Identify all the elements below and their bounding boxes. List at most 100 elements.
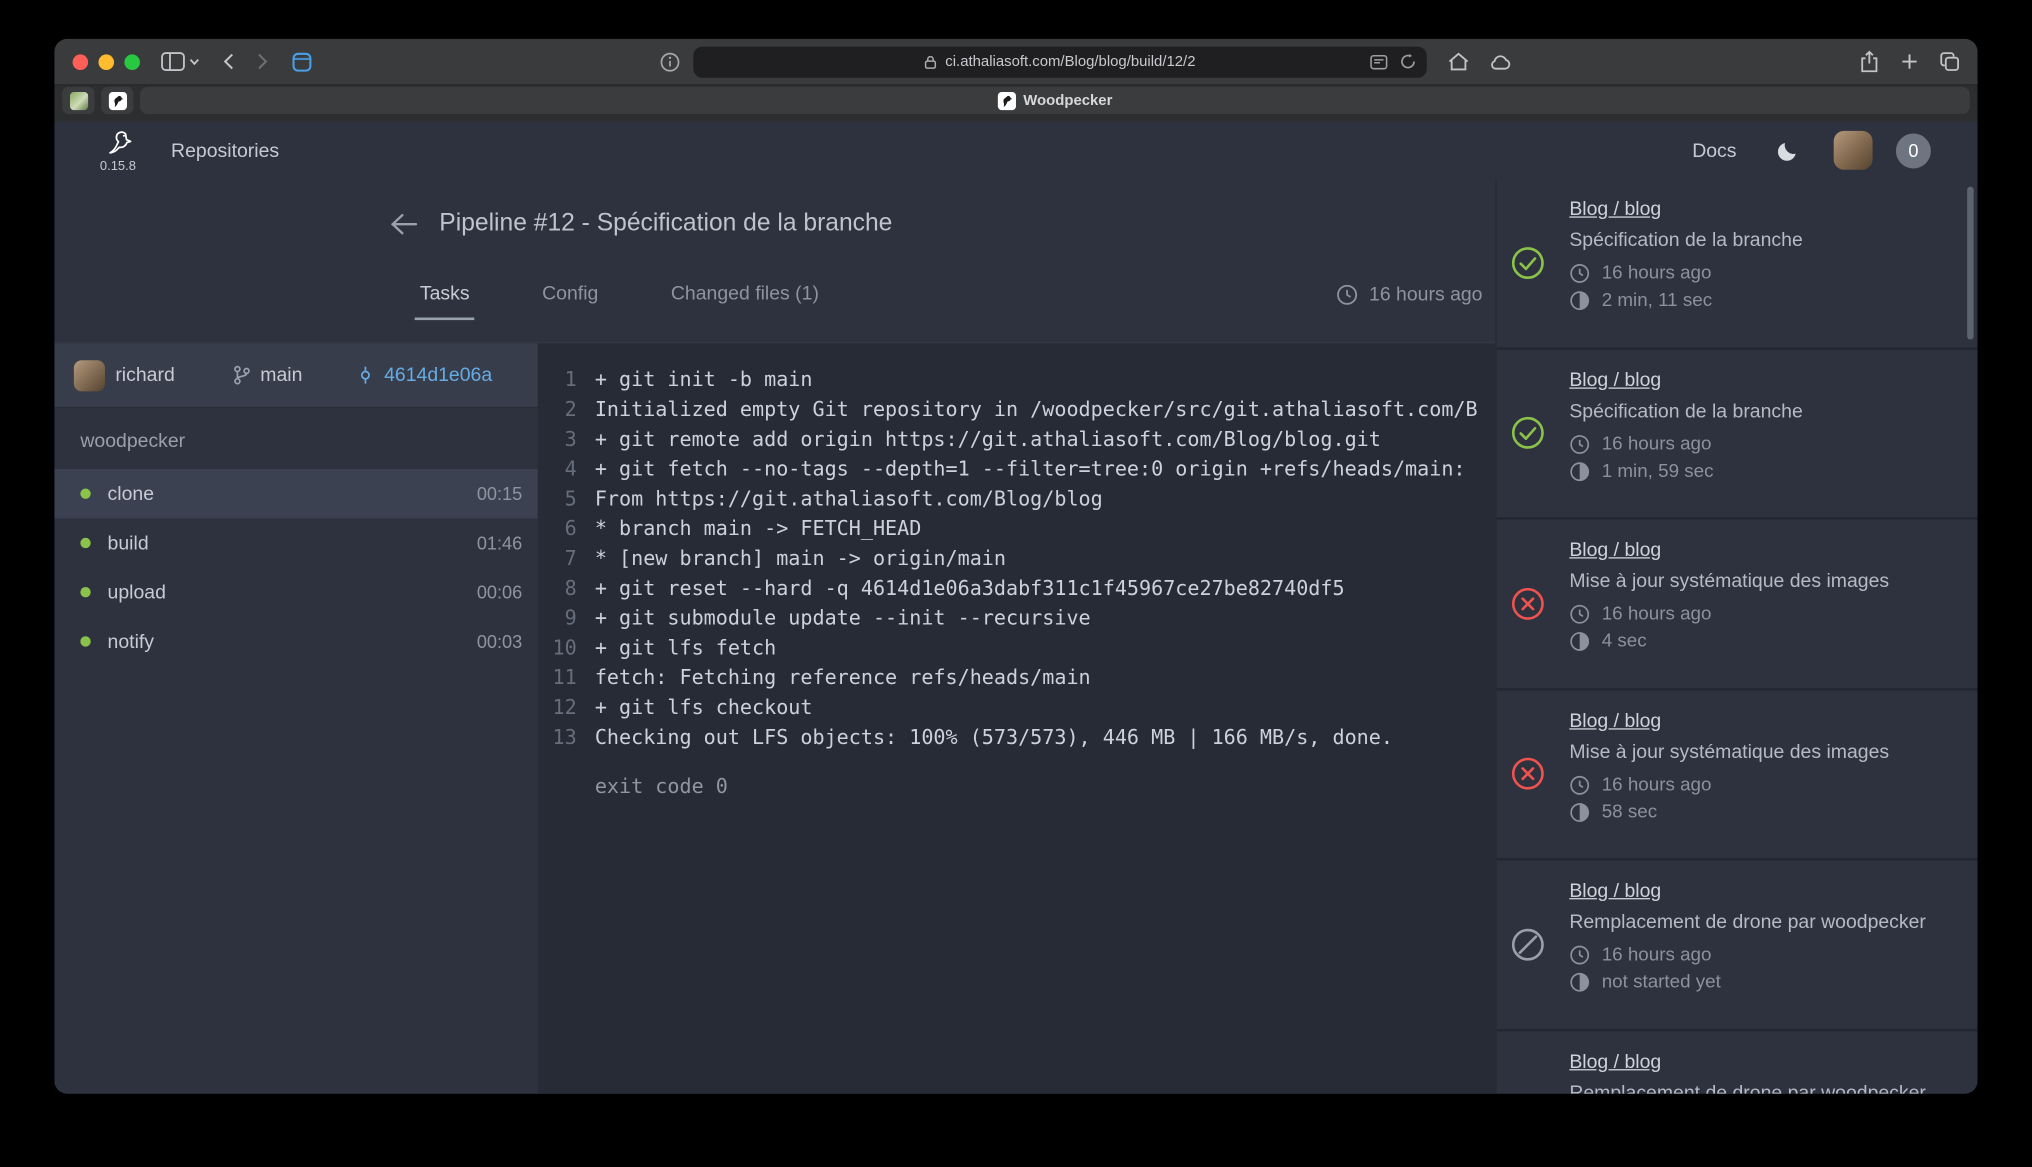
build-repo-link[interactable]: Blog / blog (1569, 198, 1661, 220)
minimize-window-button[interactable] (98, 54, 114, 70)
chevron-down-icon[interactable] (189, 58, 199, 66)
build-message: Remplacement de drone par woodpecker (1569, 1081, 1959, 1093)
line-number: 6 (538, 514, 577, 544)
step-status-dot (80, 538, 90, 548)
line-text: + git submodule update --init --recursiv… (595, 604, 1091, 634)
woodpecker-app: 0.15.8 Repositories Docs 0 (54, 122, 1977, 1094)
back-icon[interactable] (223, 52, 235, 71)
sidebar-icon[interactable] (161, 52, 186, 71)
line-number: 11 (538, 664, 577, 694)
build-duration: 58 sec (1569, 802, 1959, 823)
line-number: 12 (538, 693, 577, 723)
line-number: 3 (538, 425, 577, 455)
line-text: fetch: Fetching reference refs/heads/mai… (595, 664, 1091, 694)
cloud-icon[interactable] (1489, 53, 1512, 70)
build-repo-link[interactable]: Blog / blog (1569, 539, 1661, 561)
clock-icon (1569, 433, 1590, 454)
build-duration-text: 4 sec (1602, 631, 1647, 652)
build-repo-link[interactable]: Blog / blog (1569, 369, 1661, 391)
woodpecker-logo[interactable]: 0.15.8 (83, 128, 153, 173)
pipeline-created: 16 hours ago (1337, 284, 1483, 306)
commit-hash-link[interactable]: 4614d1e06a (384, 364, 492, 386)
build-repo-link[interactable]: Blog / blog (1569, 710, 1661, 732)
tab-overview-icon[interactable] (1940, 52, 1959, 71)
clock-icon (1569, 604, 1590, 625)
pipeline-header: Pipeline #12 - Spécification de la branc… (54, 179, 1495, 344)
duration-icon (1569, 972, 1590, 993)
author-name: richard (115, 364, 174, 386)
build-card[interactable]: Blog / blog Mise à jour systématique des… (1497, 520, 1978, 690)
nav-repositories[interactable]: Repositories (171, 139, 279, 161)
step-notify[interactable]: notify 00:03 (54, 617, 537, 666)
workflow-name: woodpecker (54, 408, 537, 469)
build-card[interactable]: Blog / blog Spécification de la branche … (1497, 179, 1978, 349)
share-icon[interactable] (1860, 51, 1879, 73)
step-build[interactable]: build 01:46 (54, 518, 537, 567)
branch-icon (232, 364, 251, 386)
line-text: Checking out LFS objects: 100% (573/573)… (595, 723, 1393, 753)
step-clone[interactable]: clone 00:15 (54, 469, 537, 518)
header-actions: Docs 0 (1692, 131, 1931, 170)
user-avatar[interactable] (1834, 131, 1873, 170)
woodpecker-logo-icon (100, 128, 135, 162)
build-message: Mise à jour systématique des images (1569, 570, 1959, 592)
build-duration: 1 min, 59 sec (1569, 461, 1959, 482)
build-card[interactable]: Blog / blog Remplacement de drone par wo… (1497, 1031, 1978, 1094)
line-text: + git reset --hard -q 4614d1e06a3dabf311… (595, 574, 1345, 604)
build-time-text: 16 hours ago (1602, 774, 1712, 795)
page-options-icon[interactable] (1370, 54, 1388, 70)
step-upload[interactable]: upload 00:06 (54, 568, 537, 617)
pinned-tab-2[interactable] (101, 87, 133, 114)
active-tab[interactable]: Woodpecker (140, 87, 1970, 114)
line-number: 13 (538, 723, 577, 753)
failure-icon (1511, 587, 1545, 621)
build-time: 16 hours ago (1569, 604, 1959, 625)
close-window-button[interactable] (73, 54, 89, 70)
step-name: build (108, 532, 149, 554)
nav-docs[interactable]: Docs (1692, 139, 1736, 161)
window-controls (73, 54, 140, 70)
notification-badge[interactable]: 0 (1896, 133, 1931, 168)
tab-tasks[interactable]: Tasks (415, 283, 475, 321)
build-repo-link[interactable]: Blog / blog (1569, 880, 1661, 902)
step-duration: 00:15 (477, 483, 522, 504)
log-line: 11 fetch: Fetching reference refs/heads/m… (538, 664, 1496, 694)
step-duration: 01:46 (477, 533, 522, 554)
address-bar-actions (1370, 46, 1417, 77)
log-line: 7* [new branch] main -> origin/main (538, 544, 1496, 574)
step-name: upload (108, 581, 166, 603)
forward-icon[interactable] (257, 52, 269, 71)
sidebar-scrollbar[interactable] (1967, 187, 1973, 340)
pipeline-tabs: Tasks Config Changed files (1) (415, 283, 824, 321)
build-card[interactable]: Blog / blog Mise à jour systématique des… (1497, 690, 1978, 860)
active-tab-title: Woodpecker (1023, 93, 1112, 109)
url-text: ci.athaliasoft.com/Blog/blog/build/12/2 (945, 54, 1195, 70)
dark-mode-toggle-icon[interactable] (1775, 138, 1800, 163)
build-duration-text: not started yet (1602, 972, 1721, 993)
clock-icon (1569, 263, 1590, 284)
build-time-text: 16 hours ago (1602, 263, 1712, 284)
app-body: Pipeline #12 - Spécification de la branc… (54, 179, 1977, 1094)
address-bar[interactable]: ci.athaliasoft.com/Blog/blog/build/12/2 (693, 46, 1426, 77)
reload-icon[interactable] (1400, 53, 1417, 70)
pinned-tab-1[interactable] (62, 87, 94, 114)
build-repo-link[interactable]: Blog / blog (1569, 1050, 1661, 1072)
tab-config[interactable]: Config (537, 283, 604, 321)
start-page-icon[interactable] (292, 51, 313, 72)
branch-name: main (260, 364, 302, 386)
home-icon[interactable] (1448, 52, 1470, 71)
line-text: + git fetch --no-tags --depth=1 --filter… (595, 455, 1466, 485)
new-tab-icon[interactable] (1901, 53, 1918, 70)
back-arrow-icon[interactable] (389, 211, 419, 237)
tab-changed-files[interactable]: Changed files (1) (666, 283, 824, 321)
pipeline-main: Pipeline #12 - Spécification de la branc… (54, 179, 1495, 1094)
line-text: + git lfs fetch (595, 634, 776, 664)
build-card[interactable]: Blog / blog Remplacement de drone par wo… (1497, 860, 1978, 1030)
step-name: notify (108, 630, 154, 652)
info-icon[interactable] (660, 51, 681, 72)
maximize-window-button[interactable] (124, 54, 140, 70)
pipeline-work-area: richard main (54, 343, 1495, 1093)
build-message: Spécification de la branche (1569, 229, 1959, 251)
build-card[interactable]: Blog / blog Spécification de la branche … (1497, 349, 1978, 519)
line-number: 8 (538, 574, 577, 604)
